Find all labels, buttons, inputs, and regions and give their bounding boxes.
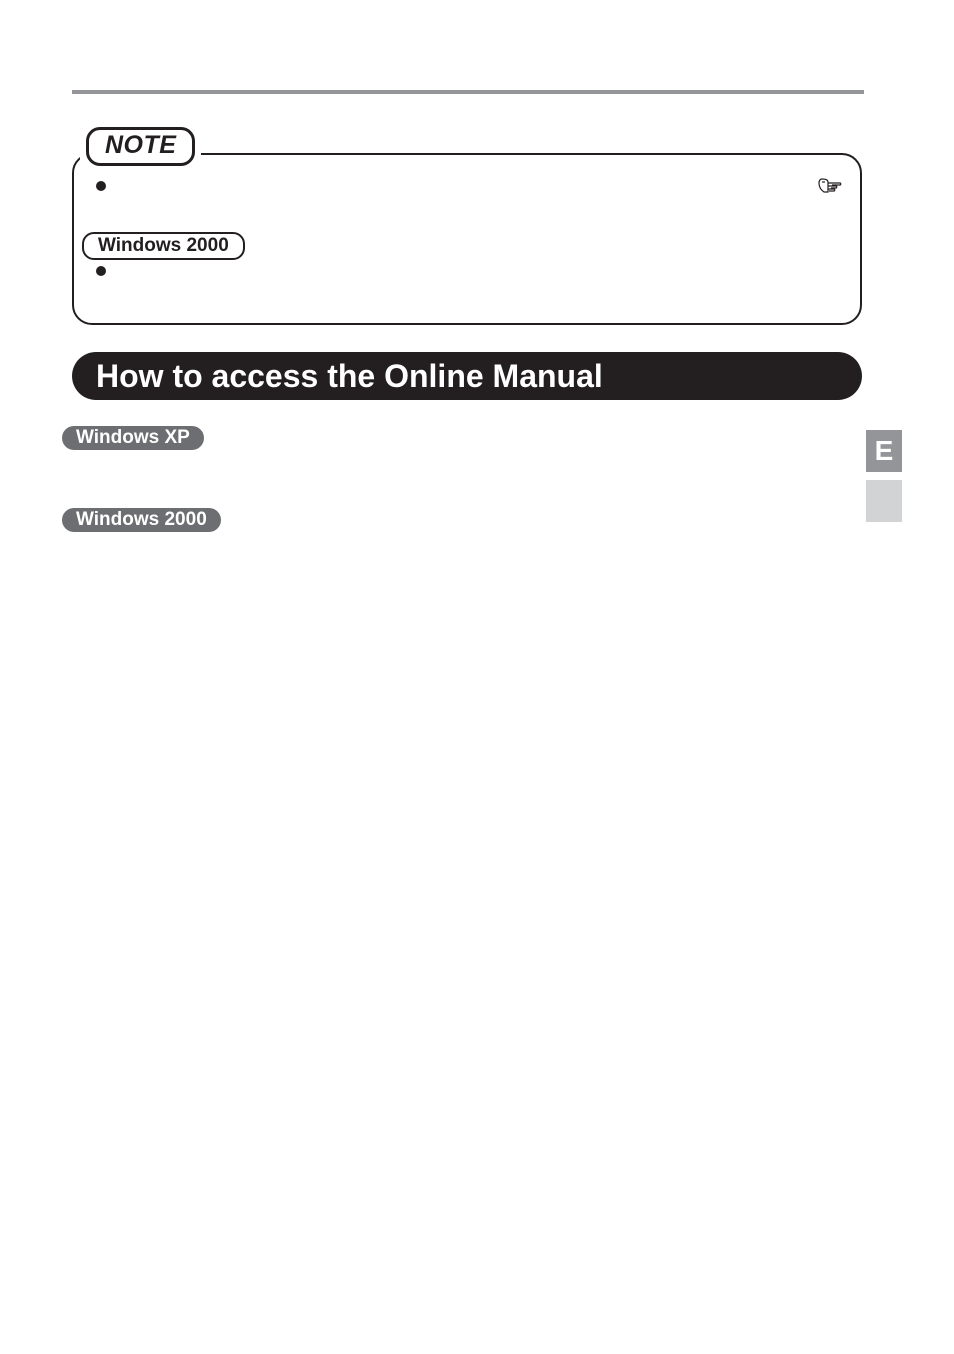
note-label-wrap: NOTE — [80, 127, 201, 166]
section-heading: How to access the Online Manual — [72, 352, 862, 400]
top-divider — [72, 90, 864, 94]
side-tab: E — [866, 430, 902, 472]
os-badge-windows-2000: Windows 2000 — [62, 508, 221, 532]
os-badge-windows-xp: Windows XP — [62, 426, 204, 450]
pointing-hand-icon — [818, 174, 842, 196]
page: NOTE Windows 2000 How to access the Onli… — [0, 0, 954, 1354]
bullet-icon — [96, 266, 106, 276]
os-badge-windows-2000: Windows 2000 — [82, 232, 245, 260]
note-label: NOTE — [86, 127, 195, 166]
side-tab-empty — [866, 480, 902, 522]
bullet-icon — [96, 181, 106, 191]
